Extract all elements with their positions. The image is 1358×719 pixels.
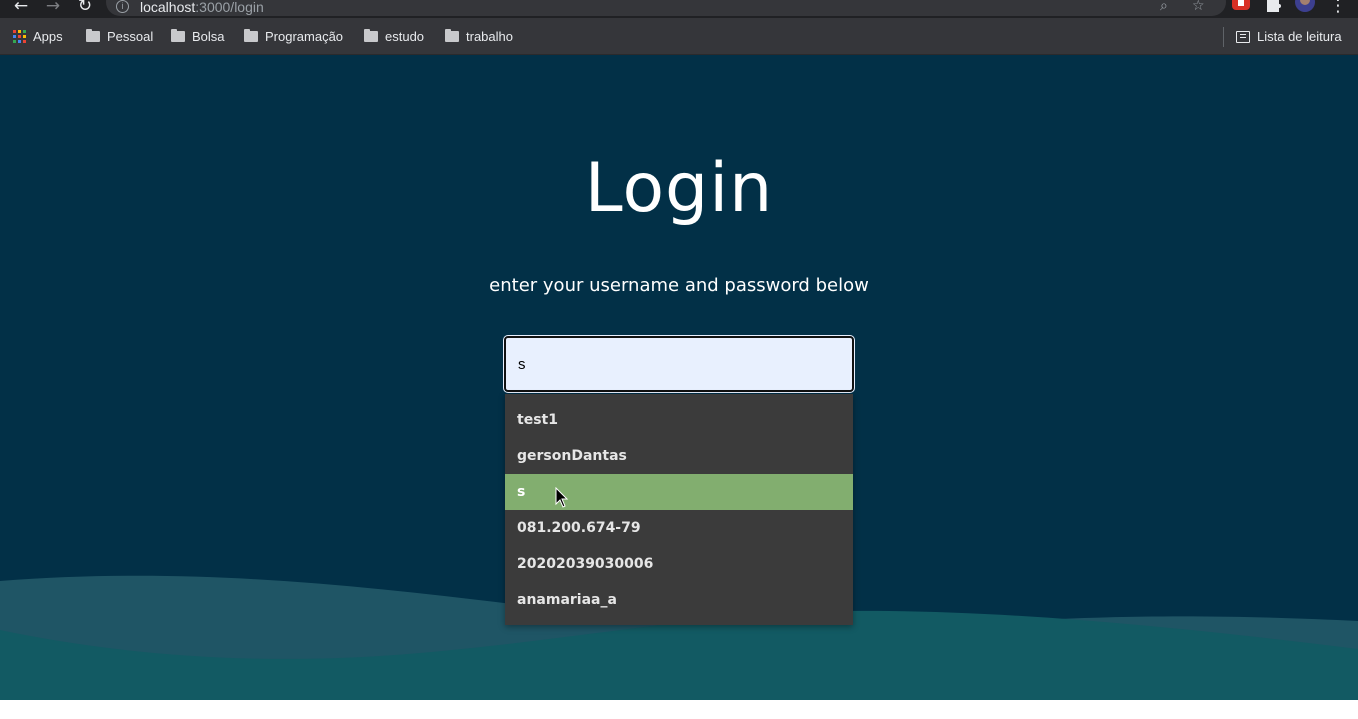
folder-icon [86,29,100,42]
browser-toolbar: ← → ↻ i localhost:3000/login ⌕ ☆ ⋮ [0,0,1358,18]
url-host: localhost [140,0,196,15]
autocomplete-option[interactable]: 081.200.674-79 [505,510,853,546]
folder-icon [364,29,378,42]
bookmark-label: Bolsa [192,29,225,44]
zoom-icon[interactable]: ⌕ [1160,0,1168,14]
reading-list-label: Lista de leitura [1257,29,1342,44]
page-subtitle: enter your username and password below [489,275,869,296]
avatar[interactable] [1294,0,1316,14]
address-bar[interactable]: i localhost:3000/login ⌕ ☆ [106,0,1226,16]
autocomplete-option[interactable]: test1 [505,402,853,438]
back-icon[interactable]: ← [10,0,32,16]
bookmarks-bar: Apps Pessoal Bolsa Programação estudo tr… [0,18,1358,55]
bookmark-label: Programação [265,29,344,44]
bookmark-bolsa[interactable]: Bolsa [171,29,225,44]
reload-icon[interactable]: ↻ [74,0,96,16]
forward-icon[interactable]: → [42,0,64,16]
folder-icon [171,29,185,42]
url-path: :3000/login [195,0,264,15]
bookmark-pessoal[interactable]: Pessoal [86,29,153,44]
bookmark-star-icon[interactable]: ☆ [1192,0,1205,14]
login-page: Login enter your username and password b… [0,55,1358,700]
apps-grid-icon [13,30,26,43]
bookmark-label: trabalho [466,29,513,44]
folder-icon [244,29,258,42]
autocomplete-option[interactable]: 20202039030006 [505,546,853,582]
bookmarks-divider [1223,27,1224,47]
autocomplete-option[interactable]: gersonDantas [505,438,853,474]
reading-list-button[interactable]: Lista de leitura [1236,29,1342,44]
bookmark-label: Apps [33,29,63,44]
extension-icon[interactable] [1230,0,1252,14]
puzzle-icon[interactable] [1264,0,1282,14]
folder-icon [445,29,459,42]
mouse-cursor-icon [555,487,569,508]
site-info-icon[interactable]: i [116,0,129,13]
bookmark-label: Pessoal [107,29,154,44]
reading-list-icon [1236,30,1250,43]
bookmark-apps[interactable]: Apps [13,29,63,44]
url-text[interactable]: localhost:3000/login [140,0,264,15]
bookmark-estudo[interactable]: estudo [364,29,424,44]
autocomplete-dropdown: test1 gersonDantas s 081.200.674-79 2020… [505,394,853,625]
bookmark-trabalho[interactable]: trabalho [445,29,513,44]
page-title: Login [584,149,774,228]
autocomplete-option[interactable]: anamariaa_a [505,582,853,618]
bookmark-programacao[interactable]: Programação [244,29,343,44]
menu-kebab-icon[interactable]: ⋮ [1327,0,1349,16]
page-bottom-strip [0,700,1358,719]
bookmark-label: estudo [385,29,425,44]
username-input[interactable] [503,335,855,393]
